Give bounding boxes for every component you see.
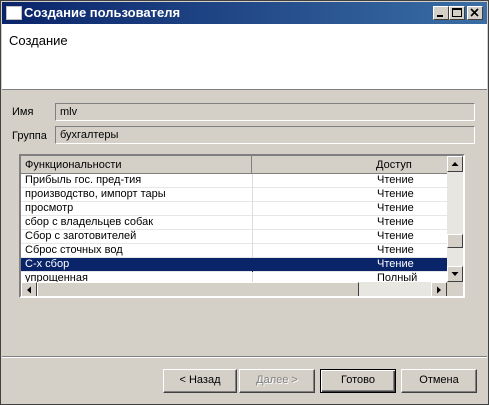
vertical-scrollbar[interactable] — [447, 156, 463, 282]
table-row[interactable]: Сброс сточных вод Чтение — [21, 244, 447, 258]
column-divider — [252, 230, 253, 244]
cancel-button[interactable]: Отмена — [401, 369, 477, 393]
maximize-icon — [452, 8, 462, 17]
window-icon — [6, 6, 22, 20]
permissions-table: Функциональности Доступ Прибыль гос. пре… — [19, 154, 465, 298]
functionality-cell: Прибыль гос. пред-тия — [25, 174, 142, 186]
functionality-cell: С-х сбор — [25, 258, 70, 270]
minimize-button[interactable] — [433, 6, 449, 20]
minimize-icon — [437, 15, 443, 17]
table-row[interactable]: Прибыль гос. пред-тия Чтение — [21, 174, 447, 188]
window-title: Создание пользователя — [24, 5, 181, 20]
horizontal-scroll-thumb[interactable] — [37, 282, 359, 296]
column-header-functionality-label: Функциональности — [25, 159, 122, 171]
access-cell: Чтение — [377, 230, 414, 242]
column-header-access-label: Доступ — [376, 159, 412, 171]
access-cell: Чтение — [377, 202, 414, 214]
functionality-cell: просмотр — [25, 202, 74, 214]
column-divider — [252, 202, 253, 216]
column-divider — [252, 258, 253, 272]
scroll-up-button[interactable] — [447, 156, 463, 172]
access-cell: Чтение — [377, 258, 414, 270]
title-bar[interactable]: Создание пользователя — [2, 2, 487, 24]
functionality-cell: Сброс сточных вод — [25, 244, 123, 256]
table-row[interactable]: Сбор с заготовителей Чтение — [21, 230, 447, 244]
group-field[interactable]: бухгалтеры — [55, 126, 475, 144]
name-label: Имя — [12, 106, 34, 118]
arrow-left-icon — [27, 286, 31, 294]
scrollbar-corner — [447, 282, 463, 296]
page-title: Создание — [9, 33, 68, 48]
create-user-window: Создание пользователя Создание Имя mlv Г… — [0, 0, 489, 405]
maximize-button[interactable] — [449, 6, 465, 20]
wizard-header: Создание — [2, 24, 487, 90]
name-field[interactable]: mlv — [55, 103, 475, 121]
horizontal-scrollbar[interactable] — [21, 282, 447, 296]
table-row[interactable]: сбор с владельцев собак Чтение — [21, 216, 447, 230]
back-button[interactable]: < Назад — [163, 369, 237, 393]
access-cell: Чтение — [377, 244, 414, 256]
column-divider — [252, 188, 253, 202]
close-button[interactable] — [467, 6, 483, 20]
column-divider — [252, 216, 253, 230]
column-header-access[interactable]: Доступ — [252, 156, 447, 174]
column-header-functionality[interactable]: Функциональности — [21, 156, 252, 174]
table-row-selected[interactable]: С-х сбор Чтение — [21, 258, 447, 272]
table-row[interactable]: производство, импорт тары Чтение — [21, 188, 447, 202]
close-icon — [470, 8, 479, 17]
arrow-right-icon — [437, 286, 441, 294]
functionality-cell: сбор с владельцев собак — [25, 216, 154, 228]
access-cell: Чтение — [377, 174, 414, 186]
column-divider — [252, 244, 253, 258]
scroll-right-button[interactable] — [431, 282, 447, 296]
finish-button[interactable]: Готово — [320, 369, 396, 393]
group-label: Группа — [12, 130, 47, 142]
access-cell: Чтение — [377, 216, 414, 228]
scroll-down-button[interactable] — [447, 266, 463, 282]
scroll-left-button[interactable] — [21, 282, 37, 296]
functionality-cell: Сбор с заготовителей — [25, 230, 137, 242]
functionality-cell: производство, импорт тары — [25, 188, 166, 200]
next-button[interactable]: Далее > — [239, 369, 315, 393]
vertical-scroll-thumb[interactable] — [447, 234, 463, 248]
table-row[interactable]: просмотр Чтение — [21, 202, 447, 216]
footer-divider — [2, 356, 487, 358]
access-cell: Чтение — [377, 188, 414, 200]
arrow-up-icon — [451, 162, 459, 166]
column-divider — [252, 174, 253, 188]
arrow-down-icon — [451, 272, 459, 276]
